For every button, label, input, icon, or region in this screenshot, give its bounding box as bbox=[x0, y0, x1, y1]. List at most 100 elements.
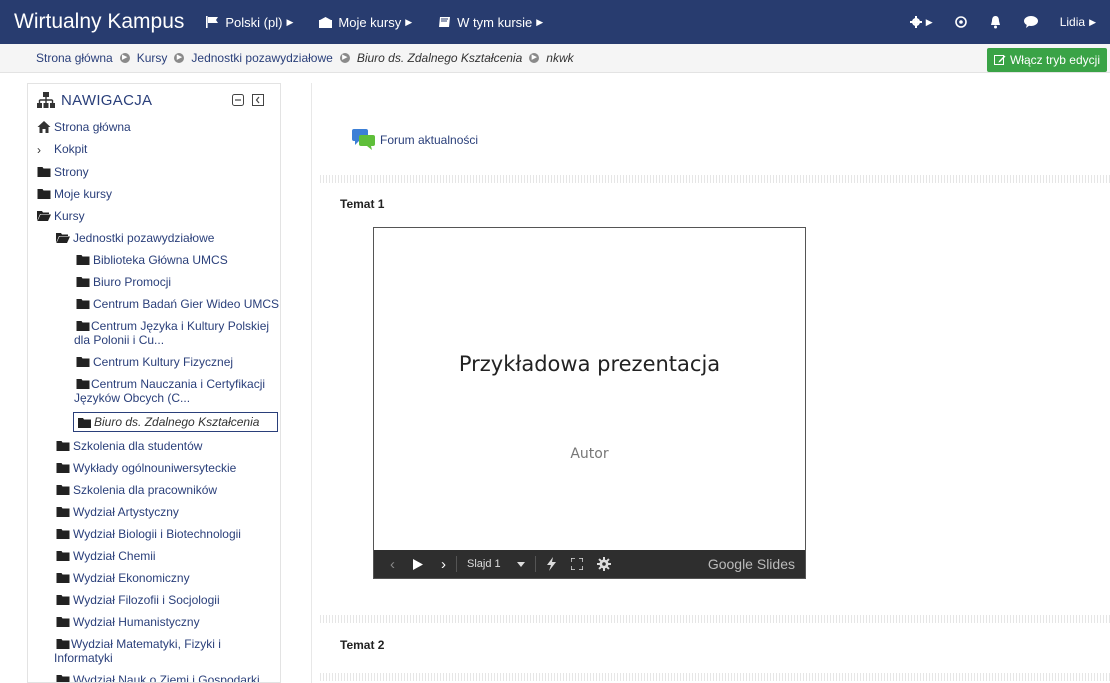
breadcrumb-course[interactable]: nkwk bbox=[546, 51, 573, 65]
nav-item-home[interactable]: Strona główna bbox=[28, 116, 280, 138]
nav-item-unit[interactable]: Centrum Kultury Fizycznej bbox=[28, 351, 280, 373]
nav-item-category[interactable]: Wydział Biologii i Biotechnologii bbox=[28, 523, 280, 545]
topic-2-title: Temat 2 bbox=[340, 638, 385, 652]
nav-item-category[interactable]: Wydział Nauk o Ziemi i Gospodarki bbox=[28, 669, 280, 683]
embedded-presentation[interactable]: Przykładowa prezentacja Autor ‹ › Slajd … bbox=[373, 227, 806, 579]
breadcrumb-units[interactable]: Jednostki pozawydziałowe bbox=[191, 51, 332, 65]
play-icon bbox=[413, 558, 423, 570]
nav-item-category-label: Wydział Matematyki, Fizyki i Informatyki bbox=[54, 637, 221, 665]
slide-selector-label: Slajd 1 bbox=[467, 558, 501, 570]
gear-icon bbox=[596, 557, 611, 571]
breadcrumb-courses[interactable]: Kursy bbox=[137, 51, 168, 65]
nav-item-my-courses-label: Moje kursy bbox=[54, 187, 113, 201]
categories-list: Szkolenia dla studentów Wykłady ogólnouni… bbox=[28, 435, 280, 683]
folder-icon bbox=[56, 573, 70, 583]
nav-item-category[interactable]: Wydział Matematyki, Fizyki i Informatyki bbox=[28, 633, 280, 669]
nav-item-unit[interactable]: Centrum Języka i Kultury Polskiej dla Po… bbox=[28, 315, 280, 351]
gear-icon bbox=[909, 16, 922, 28]
nav-item-current-course-category[interactable]: Biuro ds. Zdalnego Kształcenia bbox=[28, 409, 280, 435]
folder-icon bbox=[56, 529, 70, 539]
nav-item-unit[interactable]: Centrum Nauczania i Certyfikacji Języków… bbox=[28, 373, 280, 409]
my-courses-label: Moje kursy bbox=[338, 14, 402, 30]
slide-selector[interactable]: Slajd 1 bbox=[467, 558, 525, 570]
book-icon bbox=[439, 17, 451, 27]
breadcrumb-home[interactable]: Strona główna bbox=[36, 51, 113, 65]
nav-item-category[interactable]: Wydział Artystyczny bbox=[28, 501, 280, 523]
dock-icon[interactable] bbox=[252, 94, 264, 106]
nav-item-category-label: Wydział Nauk o Ziemi i Gospodarki bbox=[73, 673, 260, 683]
folder-icon bbox=[56, 507, 70, 517]
folder-icon bbox=[56, 441, 70, 451]
nav-item-pages-label: Strony bbox=[54, 165, 89, 179]
folder-icon bbox=[78, 417, 91, 428]
nav-item-category-label: Wykłady ogólnouniwersyteckie bbox=[73, 461, 237, 475]
nav-item-category-label: Wydział Humanistyczny bbox=[73, 615, 200, 629]
nav-item-unit[interactable]: Biuro Promocji bbox=[28, 271, 280, 293]
nav-item-category[interactable]: Wydział Chemii bbox=[28, 545, 280, 567]
nav-item-courses[interactable]: Kursy bbox=[28, 205, 280, 227]
nav-item-category[interactable]: Wydział Filozofii i Socjologii bbox=[28, 589, 280, 611]
nav-item-category[interactable]: Wydział Humanistyczny bbox=[28, 611, 280, 633]
nav-item-dashboard[interactable]: › Kokpit bbox=[28, 138, 280, 161]
forum-icon bbox=[352, 129, 375, 150]
topic-1-title: Temat 1 bbox=[340, 197, 385, 211]
user-menu[interactable]: Lidia ▶ bbox=[1060, 15, 1096, 29]
folder-icon bbox=[56, 463, 70, 473]
course-content: Forum aktualności Temat 1 Przykładowa pr… bbox=[311, 83, 1110, 683]
nav-item-category[interactable]: Wykłady ogólnouniwersyteckie bbox=[28, 457, 280, 479]
nav-item-category-label: Wydział Artystyczny bbox=[73, 505, 179, 519]
courses-icon bbox=[319, 16, 333, 28]
navigation-header: NAWIGACJA bbox=[28, 84, 280, 116]
chat-bubble-icon bbox=[1023, 16, 1038, 28]
forum-label: Forum aktualności bbox=[380, 133, 479, 147]
nav-item-pages[interactable]: Strony bbox=[28, 161, 280, 183]
folder-icon bbox=[56, 485, 70, 495]
top-navbar: Wirtualny Kampus Polski (pl) ▶ Moje kursy… bbox=[0, 0, 1110, 44]
edit-mode-button[interactable]: Włącz tryb edycji bbox=[986, 48, 1107, 72]
toolbar-separator bbox=[534, 556, 536, 572]
sitemap-icon bbox=[37, 92, 55, 108]
breadcrumb: Strona główna ▶ Kursy ▶ Jednostki pozawy… bbox=[36, 51, 574, 65]
google-slides-brand[interactable]: Google Slides bbox=[708, 556, 795, 572]
nav-item-units[interactable]: Jednostki pozawydziałowe bbox=[28, 227, 280, 249]
flag-icon bbox=[206, 16, 219, 28]
messages-button[interactable] bbox=[1023, 16, 1038, 28]
nav-item-my-courses[interactable]: Moje kursy bbox=[28, 183, 280, 205]
folder-icon bbox=[76, 357, 90, 367]
breadcrumb-category[interactable]: Biuro ds. Zdalnego Kształcenia bbox=[357, 51, 522, 65]
life-ring-icon bbox=[954, 16, 967, 28]
fullscreen-button[interactable] bbox=[570, 558, 583, 570]
play-button[interactable] bbox=[413, 558, 423, 570]
folder-icon bbox=[76, 255, 90, 265]
user-name: Lidia bbox=[1059, 15, 1086, 29]
nav-item-unit[interactable]: Centrum Badań Gier Wideo UMCS bbox=[28, 293, 280, 315]
nav-item-category[interactable]: Szkolenia dla pracowników bbox=[28, 479, 280, 501]
section-divider bbox=[320, 673, 1110, 681]
settings-menu[interactable]: ▶ bbox=[909, 16, 933, 28]
slides-settings-button[interactable] bbox=[596, 557, 611, 571]
next-slide-button[interactable]: › bbox=[441, 556, 446, 573]
current-category-box: Biuro ds. Zdalnego Kształcenia bbox=[73, 412, 278, 432]
in-course-menu[interactable]: W tym kursie ▶ bbox=[438, 15, 543, 30]
folder-icon bbox=[76, 299, 90, 309]
nav-item-category[interactable]: Szkolenia dla studentów bbox=[28, 435, 280, 457]
collapse-icon[interactable] bbox=[232, 94, 244, 106]
folder-icon bbox=[56, 639, 70, 649]
my-courses-menu[interactable]: Moje kursy ▶ bbox=[319, 15, 412, 30]
language-menu[interactable]: Polski (pl) ▶ bbox=[206, 15, 293, 30]
nav-item-category[interactable]: Wydział Ekonomiczny bbox=[28, 567, 280, 589]
nav-item-unit-label: Centrum Języka i Kultury Polskiej dla Po… bbox=[74, 319, 270, 347]
forum-link[interactable]: Forum aktualności bbox=[352, 129, 478, 151]
laser-pointer-button[interactable] bbox=[546, 557, 557, 571]
nav-item-unit[interactable]: Biblioteka Główna UMCS bbox=[28, 249, 280, 271]
help-button[interactable] bbox=[954, 16, 967, 28]
nav-item-unit-label: Centrum Nauczania i Certyfikacji Języków… bbox=[74, 377, 266, 405]
notifications-button[interactable] bbox=[989, 15, 1002, 29]
fullscreen-icon bbox=[570, 558, 583, 570]
site-brand[interactable]: Wirtualny Kampus bbox=[14, 10, 184, 34]
nav-item-unit-label: Biuro Promocji bbox=[93, 275, 172, 289]
prev-slide-button[interactable]: ‹ bbox=[390, 556, 395, 573]
toolbar-separator bbox=[456, 556, 457, 572]
breadcrumb-separator-icon: ▶ bbox=[339, 53, 350, 63]
folder-icon bbox=[37, 189, 51, 199]
